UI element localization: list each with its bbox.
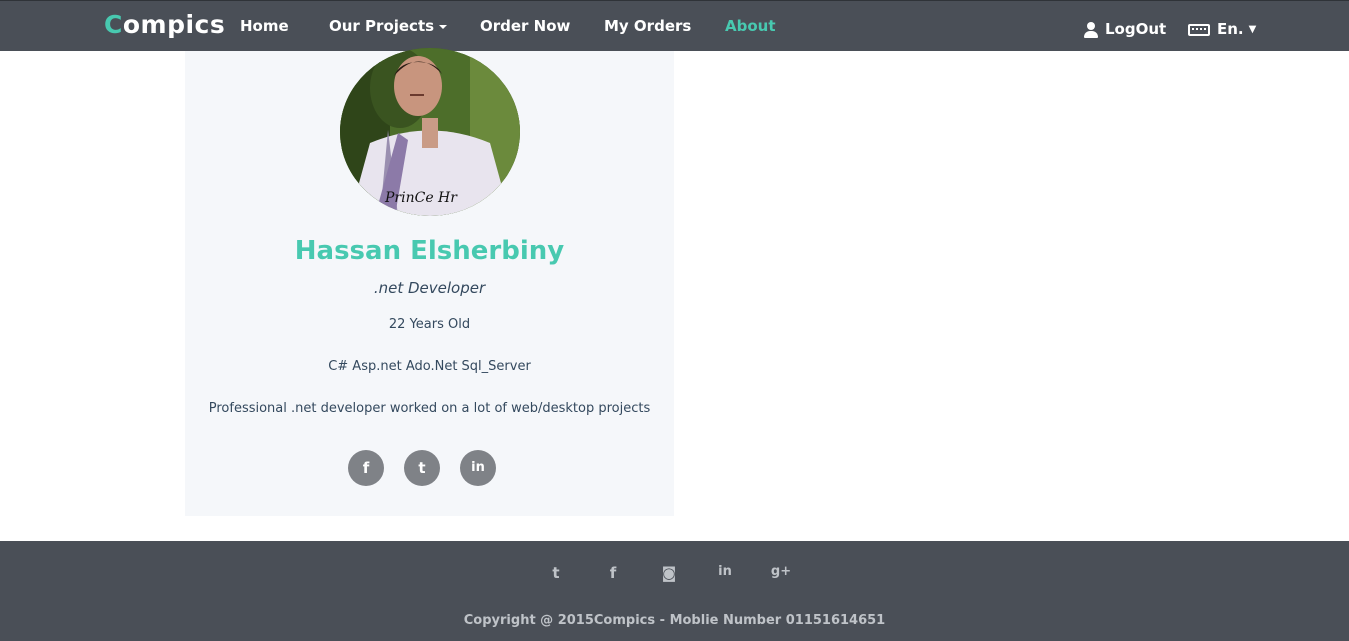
signature-text: PrinCe Hr [385, 190, 457, 206]
keyboard-icon [1188, 23, 1210, 36]
footer-google-plus-link[interactable]: g+ [770, 564, 792, 579]
profile-avatar: PrinCe Hr [340, 48, 520, 216]
language-dropdown[interactable]: En. ▼ [1188, 20, 1256, 38]
twitter-icon: t [418, 459, 426, 477]
chevron-down-icon [439, 24, 448, 29]
nav-about[interactable]: About [725, 17, 776, 35]
facebook-icon: f [362, 459, 370, 477]
profile-card: PrinCe Hr Hassan Elsherbiny .net Develop… [185, 48, 674, 516]
linkedin-icon: in [471, 460, 485, 475]
linkedin-button[interactable]: in [460, 450, 496, 486]
nav-my-orders[interactable]: My Orders [604, 17, 691, 35]
profile-name: Hassan Elsherbiny [294, 236, 565, 266]
profile-role: .net Developer [373, 279, 486, 297]
twitter-button[interactable]: t [404, 450, 440, 486]
footer: t f ◙ in g+ Copyright @ 2015Compics - Mo… [0, 541, 1349, 641]
user-icon [1084, 21, 1098, 38]
footer-twitter-link[interactable]: t [545, 564, 567, 582]
footer-facebook-link[interactable]: f [602, 564, 624, 582]
logout-button[interactable]: LogOut [1084, 20, 1166, 38]
nav-order-now[interactable]: Order Now [480, 17, 570, 35]
profile-bio: Professional .net developer worked on a … [208, 401, 651, 416]
caret-down-icon: ▼ [1248, 24, 1257, 35]
twitter-icon: t [552, 564, 560, 582]
footer-linkedin-link[interactable]: in [714, 564, 736, 579]
facebook-icon: f [609, 564, 617, 582]
nav-our-projects[interactable]: Our Projects [329, 17, 448, 35]
nav-our-projects-label: Our Projects [329, 17, 435, 35]
google-plus-icon: g+ [770, 564, 792, 579]
linkedin-icon: in [718, 564, 732, 579]
brand-logo[interactable]: Compics [104, 10, 225, 39]
top-navbar: Compics Home Our Projects Order Now My O… [0, 0, 1349, 51]
language-label: En. [1217, 20, 1244, 38]
profile-skills: C# Asp.net Ado.Net Sql_Server [328, 359, 531, 374]
nav-home[interactable]: Home [240, 17, 289, 35]
profile-age: 22 Years Old [388, 317, 471, 332]
logout-label: LogOut [1105, 20, 1167, 38]
facebook-button[interactable]: f [348, 450, 384, 486]
instagram-icon: ◙ [661, 564, 677, 582]
copyright-text: Copyright @ 2015Compics - Moblie Number … [463, 613, 886, 628]
footer-instagram-link[interactable]: ◙ [658, 564, 680, 582]
